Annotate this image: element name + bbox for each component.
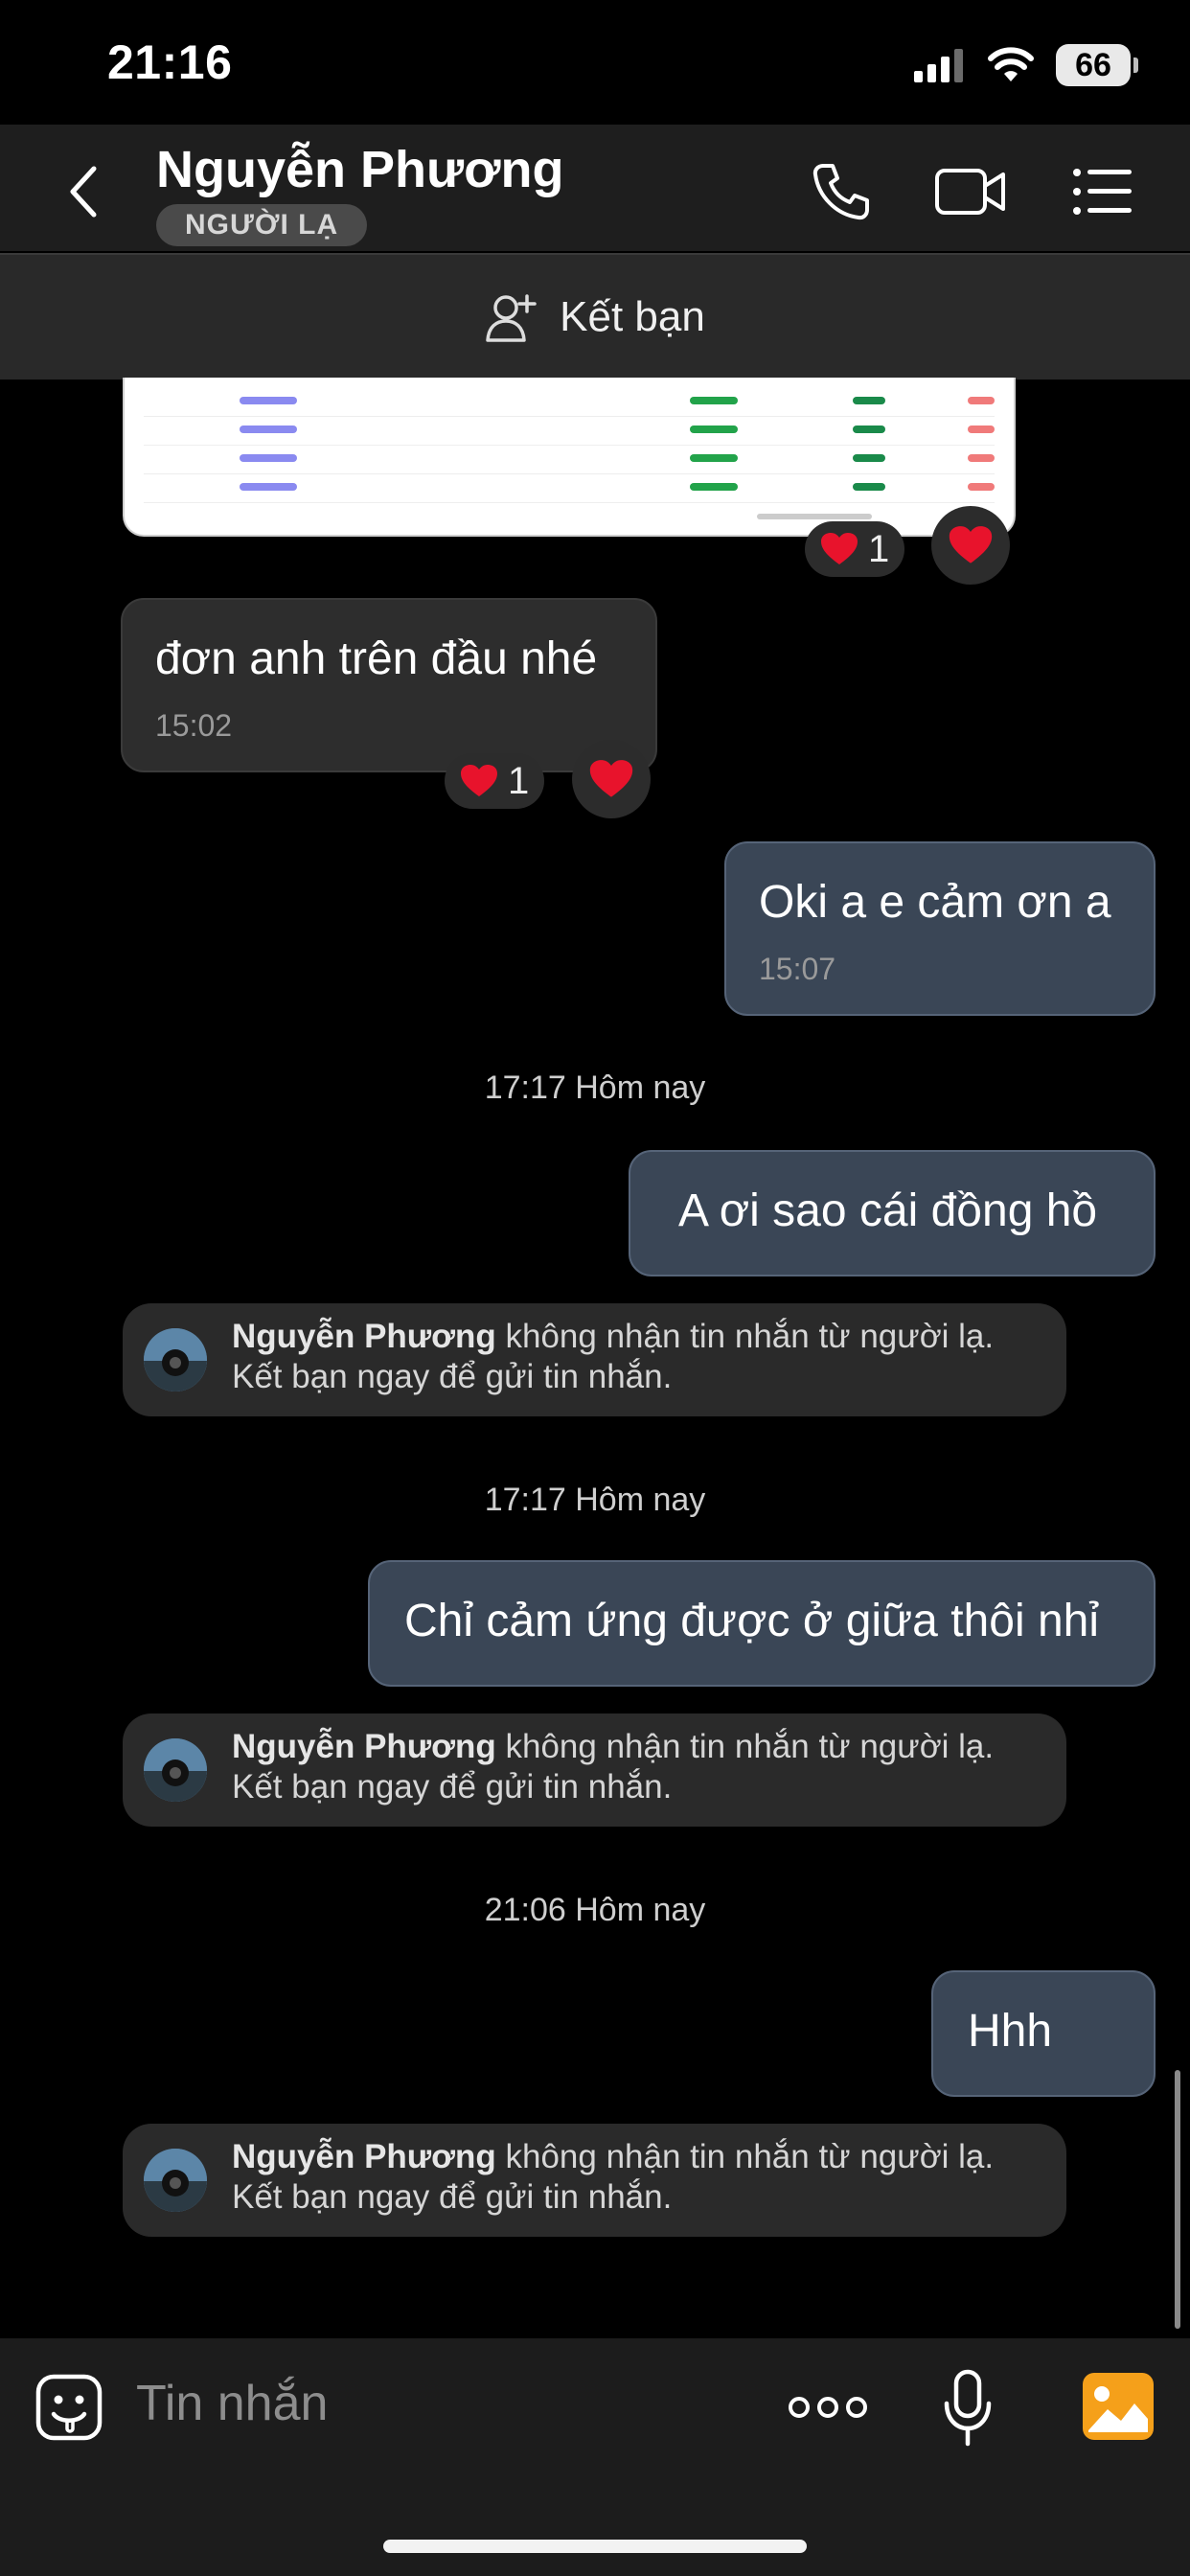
stranger-badge: NGƯỜI LẠ xyxy=(156,204,368,246)
more-button[interactable] xyxy=(788,2386,868,2428)
notice-name: Nguyễn Phương xyxy=(232,2138,496,2175)
notice-cta: Kết bạn ngay để gửi tin nhắn. xyxy=(232,1358,673,1395)
react-button[interactable] xyxy=(931,506,1010,585)
message-time: 15:02 xyxy=(155,708,233,743)
chat-scrollbar[interactable] xyxy=(1175,2070,1180,2329)
notice-text: Nguyễn Phương không nhận tin nhắn từ ngư… xyxy=(232,2138,995,2216)
add-friend-label: Kết bạn xyxy=(560,293,705,340)
add-user-icon xyxy=(486,294,537,342)
heart-icon xyxy=(589,760,633,797)
image-icon xyxy=(1083,2373,1154,2440)
stranger-notice: Nguyễn Phương không nhận tin nhắn từ ngư… xyxy=(123,2124,1066,2237)
battery-indicator: 66 xyxy=(1056,44,1138,86)
phone-icon xyxy=(812,164,869,220)
sticker-icon xyxy=(35,2374,103,2441)
message-bubble-outgoing[interactable]: Chỉ cảm ứng được ở giữa thôi nhỉ xyxy=(368,1560,1156,1687)
reaction-count: 1 xyxy=(508,759,530,802)
timestamp-divider: 21:06 Hôm nay xyxy=(484,1892,706,1928)
message-text: đơn anh trên đầu nhé xyxy=(155,633,598,684)
message-bubble-outgoing[interactable]: A ơi sao cái đồng hồ xyxy=(629,1150,1156,1276)
timestamp-divider: 17:17 Hôm nay xyxy=(484,1482,706,1518)
avatar[interactable] xyxy=(144,2149,207,2212)
menu-button[interactable] xyxy=(1069,153,1136,230)
video-camera-icon xyxy=(935,169,1005,215)
message-time: 15:07 xyxy=(759,952,836,986)
message-text: Hhh xyxy=(968,2006,1053,2057)
avatar[interactable] xyxy=(144,1738,207,1802)
heart-icon xyxy=(821,533,858,564)
voice-button[interactable] xyxy=(943,2369,993,2448)
message-bubble-outgoing[interactable]: Hhh xyxy=(931,1970,1156,2097)
video-call-button[interactable] xyxy=(929,153,1012,230)
list-icon xyxy=(1073,169,1132,215)
home-indicator xyxy=(383,2540,807,2553)
react-button[interactable] xyxy=(572,740,651,818)
status-time: 21:16 xyxy=(107,35,233,89)
sticker-button[interactable] xyxy=(34,2373,103,2442)
message-bubble-outgoing[interactable]: Oki a e cảm ơn a 15:07 xyxy=(724,841,1156,1016)
cellular-signal-icon xyxy=(914,49,963,82)
back-button[interactable] xyxy=(54,153,111,230)
stranger-notice: Nguyễn Phương không nhận tin nhắn từ ngư… xyxy=(123,1303,1066,1416)
heart-icon xyxy=(461,765,497,796)
image-attachment[interactable] xyxy=(123,378,1016,537)
reaction-count-badge[interactable]: 1 xyxy=(805,521,905,577)
avatar[interactable] xyxy=(144,1328,207,1392)
reaction-count-badge[interactable]: 1 xyxy=(445,753,545,809)
message-bubble-incoming[interactable]: đơn anh trên đầu nhé 15:02 xyxy=(121,598,657,772)
more-dots-icon xyxy=(789,2397,867,2418)
status-icons: 66 xyxy=(914,38,1138,92)
heart-icon xyxy=(949,526,993,564)
notice-text: Nguyễn Phương không nhận tin nhắn từ ngư… xyxy=(232,1728,995,1806)
microphone-icon xyxy=(944,2369,992,2447)
add-friend-button[interactable]: Kết bạn xyxy=(0,253,1190,380)
notice-cta: Kết bạn ngay để gửi tin nhắn. xyxy=(232,2178,673,2216)
notice-name: Nguyễn Phương xyxy=(232,1728,496,1765)
timestamp-divider: 17:17 Hôm nay xyxy=(484,1070,706,1106)
stranger-notice: Nguyễn Phương không nhận tin nhắn từ ngư… xyxy=(123,1714,1066,1827)
message-input[interactable]: Tin nhắn xyxy=(136,2375,328,2432)
reaction-count: 1 xyxy=(868,527,890,570)
message-text: Chỉ cảm ứng được ở giữa thôi nhỉ xyxy=(404,1596,1099,1646)
notice-text: Nguyễn Phương không nhận tin nhắn từ ngư… xyxy=(232,1318,995,1395)
call-button[interactable] xyxy=(803,153,880,230)
contact-name[interactable]: Nguyễn Phương xyxy=(156,140,564,199)
message-text: A ơi sao cái đồng hồ xyxy=(678,1185,1098,1236)
message-text: Oki a e cảm ơn a xyxy=(759,877,1111,928)
notice-cta: Kết bạn ngay để gửi tin nhắn. xyxy=(232,1768,673,1806)
gallery-button[interactable] xyxy=(1083,2373,1154,2440)
wifi-icon xyxy=(988,47,1034,81)
notice-name: Nguyễn Phương xyxy=(232,1318,496,1355)
chevron-left-icon xyxy=(70,166,97,218)
